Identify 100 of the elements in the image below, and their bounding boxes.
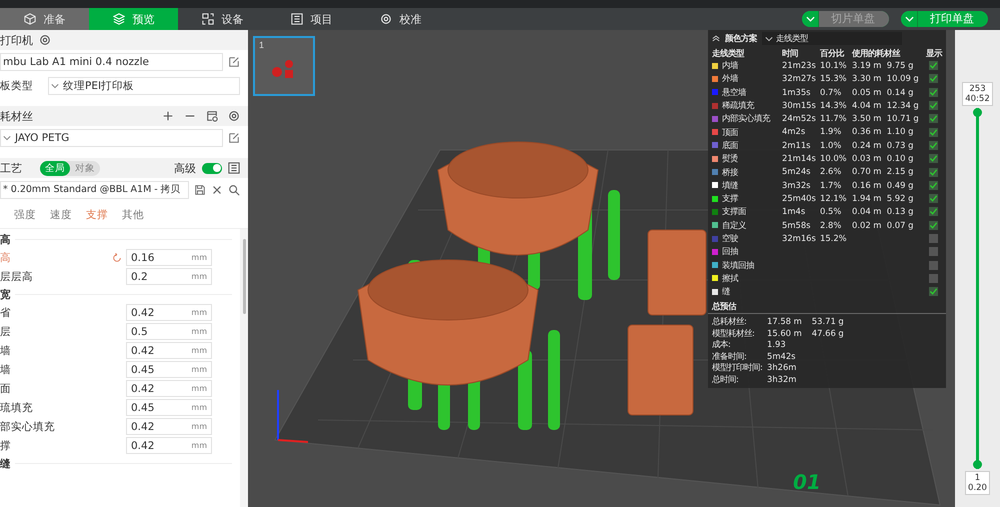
slider-handle[interactable] xyxy=(973,460,982,469)
gear-icon xyxy=(380,13,392,25)
edit-icon[interactable] xyxy=(228,56,240,68)
settings-tab[interactable]: 其他 xyxy=(122,206,144,224)
advanced-label: 高级 xyxy=(174,160,196,176)
group-title: 缝 xyxy=(0,456,11,470)
search-icon[interactable] xyxy=(228,184,240,196)
main-tab[interactable]: 校准 xyxy=(356,8,445,30)
percent-value: 11.7% xyxy=(820,113,847,124)
value-field[interactable]: 0.42 mm xyxy=(126,437,212,454)
setting-label: 部实心填充 xyxy=(0,420,56,434)
visibility-checkbox[interactable] xyxy=(929,180,938,190)
feature-name: 外墙 xyxy=(722,73,738,84)
visibility-checkbox[interactable] xyxy=(929,88,938,97)
collapse-icon[interactable] xyxy=(712,35,720,42)
time-value: 21m14s xyxy=(782,153,816,164)
printer-field[interactable]: mbu Lab A1 mini 0.4 nozzle xyxy=(0,53,223,71)
filament-used-value: 0.03 m 0.10 g xyxy=(852,153,914,164)
visibility-checkbox[interactable] xyxy=(929,74,938,84)
scrollbar-thumb[interactable] xyxy=(242,239,246,314)
close-icon[interactable] xyxy=(211,184,223,196)
settings-icon[interactable] xyxy=(39,34,51,46)
main-tab[interactable]: 设备 xyxy=(178,8,267,30)
feature-name: 顶面 xyxy=(722,126,738,138)
layer-slider-track[interactable] xyxy=(976,108,979,469)
value-field[interactable]: 0.42 mm xyxy=(126,380,212,397)
percent-value: 2.6% xyxy=(820,166,842,176)
setting-label: 面 xyxy=(0,382,12,396)
reset-icon[interactable] xyxy=(112,252,122,262)
visibility-checkbox[interactable] xyxy=(929,247,938,256)
time-value: 24m52s xyxy=(782,113,816,124)
sync-icon[interactable] xyxy=(206,110,218,122)
summary-label: 成本: xyxy=(712,339,732,351)
column-header: 时间 xyxy=(782,47,799,59)
feature-name: 缝 xyxy=(722,286,730,298)
settings-tab[interactable]: 强度 xyxy=(14,206,36,224)
visibility-checkbox[interactable] xyxy=(929,154,938,164)
save-icon[interactable] xyxy=(194,184,206,196)
legend-title: 颜色方案 xyxy=(725,33,757,44)
setting-label: 墙 xyxy=(0,344,12,358)
percent-value: 0.5% xyxy=(820,206,842,216)
visibility-checkbox[interactable] xyxy=(929,287,938,296)
preset-field[interactable]: * 0.20mm Standard @BBL A1M - 拷贝 xyxy=(0,181,189,199)
percent-value: 1.9% xyxy=(820,126,842,136)
feature-name: 熨烫 xyxy=(722,153,738,164)
value-field[interactable]: 0.42 mm xyxy=(126,418,212,435)
percent-value: 15.2% xyxy=(820,232,847,243)
section-title: 工艺 xyxy=(0,160,22,176)
plus-icon[interactable] xyxy=(162,110,174,122)
visibility-checkbox[interactable] xyxy=(929,128,938,137)
visibility-checkbox[interactable] xyxy=(929,274,938,283)
filament-used-value: 0.05 m 0.14 g xyxy=(852,86,914,97)
feature-name: 空驶 xyxy=(722,233,738,244)
time-value: 1m35s xyxy=(782,86,811,97)
value-field[interactable]: 0.2 mm xyxy=(126,268,212,285)
chevron-down-icon xyxy=(3,135,11,141)
visibility-checkbox[interactable] xyxy=(929,220,938,230)
time-value: 3m32s xyxy=(782,180,811,190)
edit-icon[interactable] xyxy=(228,132,240,144)
column-header: 走线类型 xyxy=(712,47,746,59)
value-field[interactable]: 0.45 mm xyxy=(126,361,212,378)
setting-label: 层层高 xyxy=(0,270,34,284)
value-field[interactable]: 0.5 mm xyxy=(126,323,212,340)
visibility-checkbox[interactable] xyxy=(929,207,938,216)
time-value: 5m24s xyxy=(782,166,811,176)
list-icon[interactable] xyxy=(228,162,240,174)
advanced-switch[interactable] xyxy=(202,162,222,174)
plate-type-dropdown[interactable]: 纹理PEI打印板 xyxy=(48,77,240,95)
visibility-checkbox[interactable] xyxy=(929,61,938,70)
slider-handle[interactable] xyxy=(973,108,982,117)
visibility-checkbox[interactable] xyxy=(929,101,938,110)
filament-used-value: 3.19 m 9.75 g xyxy=(852,60,914,70)
chevron-down-icon xyxy=(51,83,59,89)
summary-label: 模型打印时间: xyxy=(712,362,764,374)
feature-name: 支撑 xyxy=(722,193,738,204)
summary-label: 模型耗材丝: xyxy=(712,328,756,340)
feature-name: 擦拭 xyxy=(722,272,738,284)
section-title: 打印机 xyxy=(0,32,33,48)
value-field[interactable]: 0.16 mm xyxy=(126,249,212,266)
plate-thumbnail[interactable]: 1 xyxy=(253,36,315,96)
main-tab[interactable]: 项目 xyxy=(267,8,356,30)
visibility-checkbox[interactable] xyxy=(929,140,938,150)
visibility-checkbox[interactable] xyxy=(929,194,938,204)
visibility-checkbox[interactable] xyxy=(929,168,938,177)
summary-label: 总时间: xyxy=(712,374,740,386)
visibility-checkbox[interactable] xyxy=(929,260,938,270)
visibility-checkbox[interactable] xyxy=(929,114,938,124)
settings-tab[interactable]: 速度 xyxy=(50,206,72,224)
percent-value: 2.8% xyxy=(820,220,842,230)
value-field[interactable]: 0.42 mm xyxy=(126,342,212,359)
value-field[interactable]: 0.42 mm xyxy=(126,304,212,321)
list-icon xyxy=(290,13,302,25)
summary-value: 47.66 g xyxy=(812,328,844,340)
main-tab[interactable]: 准备 xyxy=(0,8,89,30)
value-field[interactable]: 0.45 mm xyxy=(126,399,212,416)
time-value: 32m27s xyxy=(782,73,816,84)
filament-dropdown[interactable]: JAYO PETG xyxy=(0,129,223,147)
color-scheme-dropdown[interactable]: 走线类型 xyxy=(762,32,902,45)
settings-icon[interactable] xyxy=(228,110,240,122)
visibility-checkbox[interactable] xyxy=(929,234,938,243)
